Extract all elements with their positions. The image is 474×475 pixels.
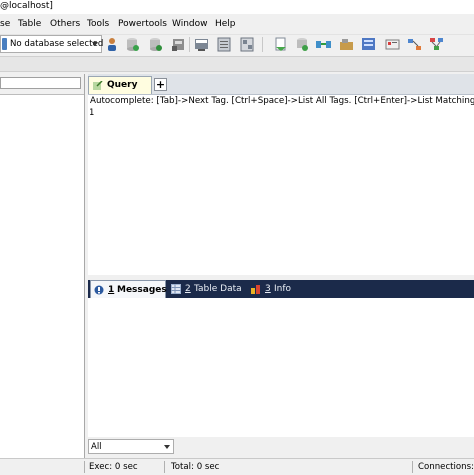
data-sync-icon[interactable]	[239, 36, 256, 53]
object-browser-header	[0, 74, 84, 95]
tab-query-label: Query	[107, 80, 138, 90]
status-exec: Exec: 0 sec	[89, 462, 138, 472]
query-builder-icon[interactable]	[338, 36, 355, 53]
database-select-value: No database selected	[10, 39, 104, 49]
schema-sync-icon[interactable]	[193, 36, 210, 53]
toolbar-separator	[189, 37, 190, 52]
messages-icon	[94, 285, 104, 295]
tab-messages[interactable]: 1 Messages	[90, 280, 167, 298]
title-bar: @localhost]	[0, 0, 474, 14]
tab-table-data-label: Table Data	[194, 284, 242, 294]
query-tab-bar: Query +	[88, 74, 474, 95]
user-manager-icon[interactable]	[104, 36, 121, 53]
menu-help[interactable]: Help	[215, 19, 236, 29]
tab-query[interactable]: Query	[88, 76, 152, 94]
status-divider	[164, 461, 165, 473]
import-icon[interactable]	[170, 36, 187, 53]
tab-info[interactable]: 3 Info	[248, 280, 308, 298]
menu-others[interactable]: Others	[50, 19, 80, 29]
status-bar: Exec: 0 sec Total: 0 sec Connections:	[0, 458, 474, 475]
new-tab-button[interactable]: +	[154, 78, 167, 91]
query-editor[interactable]: Autocomplete: [Tab]->Next Tag. [Ctrl+Spa…	[88, 95, 474, 275]
window-title: @localhost]	[0, 1, 53, 11]
menu-database[interactable]: se	[0, 19, 10, 29]
results-pane[interactable]	[88, 298, 474, 437]
transfer-icon[interactable]	[315, 36, 332, 53]
autocomplete-hint: Autocomplete: [Tab]->Next Tag. [Ctrl+Spa…	[90, 96, 474, 106]
table-data-icon	[171, 284, 181, 294]
menu-bar: se Table Others Tools Powertools Window …	[0, 14, 474, 35]
tab-messages-number: 1	[108, 285, 115, 295]
message-filter-value: All	[91, 442, 102, 452]
toolbar-strip	[0, 56, 474, 72]
scheduled-job-icon[interactable]	[216, 36, 233, 53]
export-icon[interactable]	[272, 36, 289, 53]
tab-messages-label: Messages	[117, 285, 167, 295]
line-number: 1	[89, 108, 95, 118]
tab-table-data[interactable]: 2 Table Data	[168, 280, 246, 298]
tab-table-data-number: 2	[185, 284, 191, 294]
menu-tools[interactable]: Tools	[87, 19, 109, 29]
query-icon	[93, 81, 103, 90]
restore-icon[interactable]	[147, 36, 164, 53]
refresh-icon[interactable]	[294, 36, 311, 53]
toolbar: No database selected	[0, 35, 474, 55]
results-filter-row: All	[88, 437, 474, 457]
menu-table[interactable]: Table	[18, 19, 41, 29]
line-number-gutter: 1	[88, 108, 100, 273]
toolbar-separator	[262, 37, 263, 52]
message-filter-select[interactable]: All	[88, 439, 174, 454]
chevron-down-icon	[164, 445, 170, 449]
chevron-down-icon	[92, 42, 98, 46]
status-connections: Connections:	[418, 462, 474, 472]
object-browser	[0, 74, 85, 458]
database-select[interactable]: No database selected	[0, 35, 104, 53]
info-icon	[251, 285, 260, 294]
status-divider	[412, 461, 413, 473]
schema-designer-icon[interactable]	[360, 36, 377, 53]
visual-explain-icon[interactable]	[406, 36, 423, 53]
profiler-icon[interactable]	[384, 36, 401, 53]
status-total: Total: 0 sec	[171, 462, 220, 472]
database-icon	[2, 38, 7, 50]
backup-icon[interactable]	[124, 36, 141, 53]
object-filter-input[interactable]	[0, 77, 81, 89]
menu-window[interactable]: Window	[172, 19, 208, 29]
tab-info-label: Info	[274, 284, 292, 294]
tab-info-number: 3	[265, 284, 271, 294]
diagram-icon[interactable]	[428, 36, 445, 53]
menu-powertools[interactable]: Powertools	[118, 19, 167, 29]
result-tab-bar: 1 Messages 2 Table Data 3 Info	[88, 280, 474, 298]
status-divider	[84, 461, 85, 473]
